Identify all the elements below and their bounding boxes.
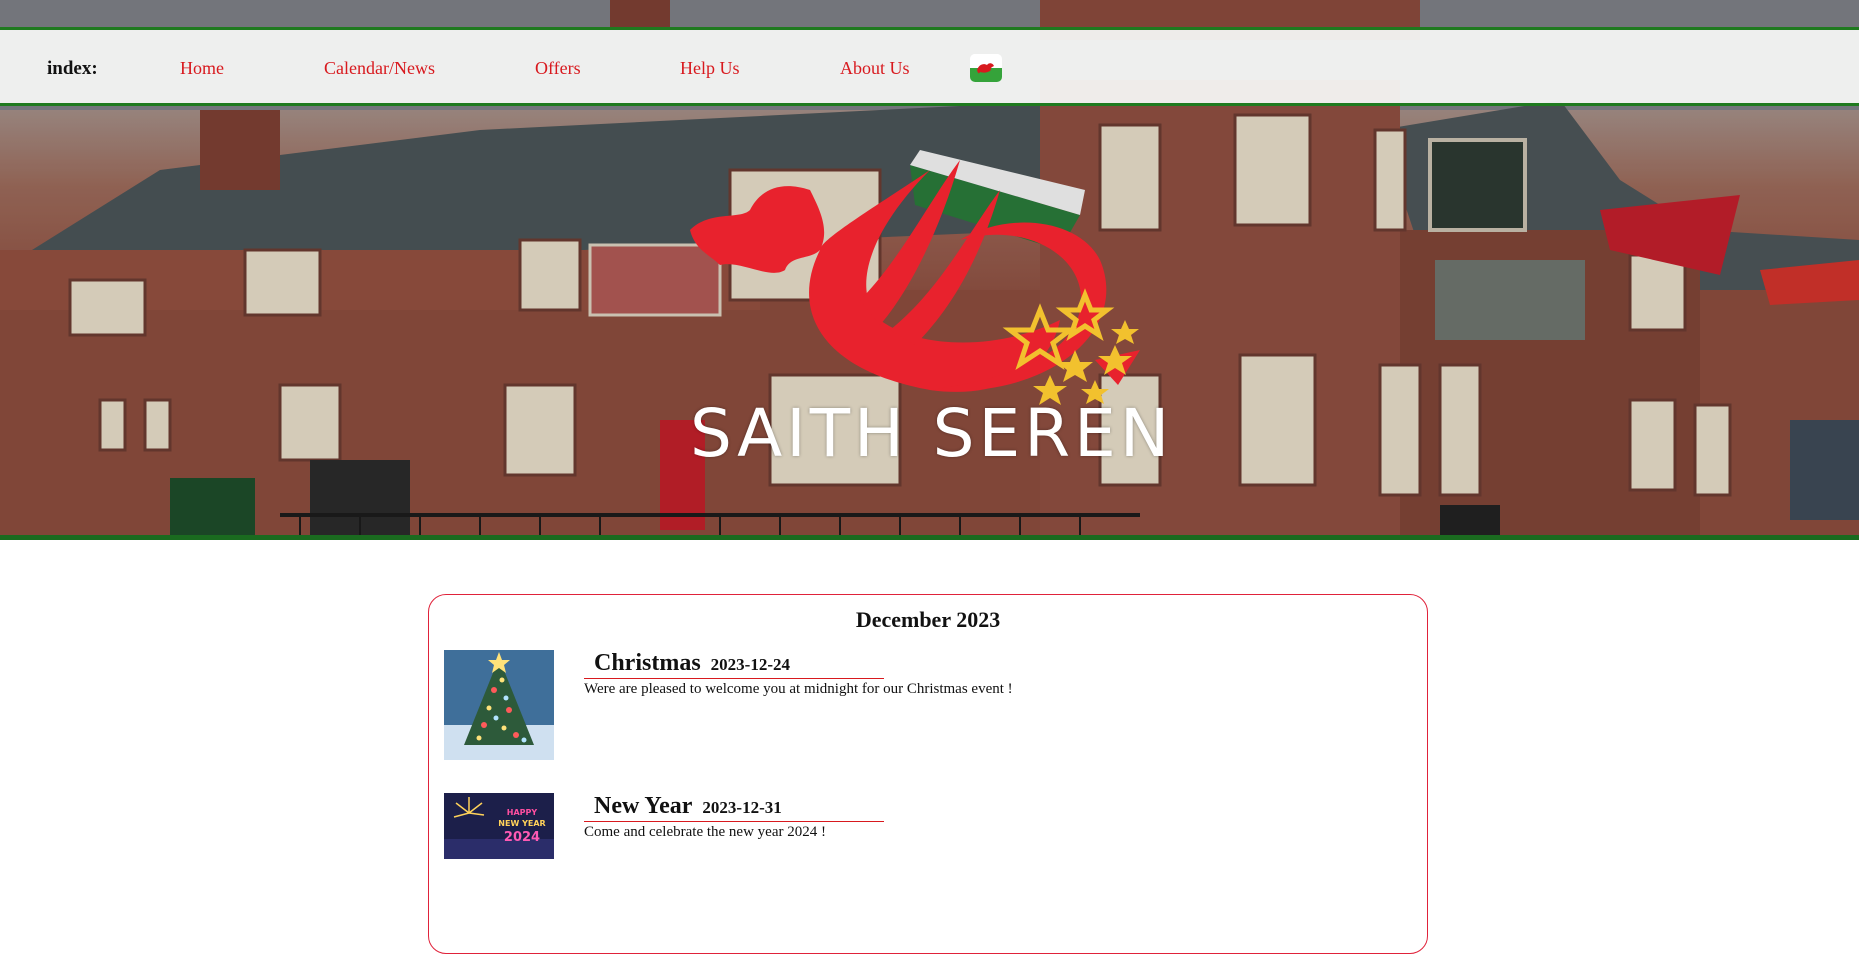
news-panel: December 2023 Christmas 2023-12-24 Were a… — [428, 594, 1428, 954]
news-item-description: Were are pleased to welcome you at midni… — [584, 681, 1013, 697]
top-navigation: index: Home Calendar/News Offers Help Us… — [0, 27, 1859, 106]
svg-text:HAPPY: HAPPY — [507, 808, 538, 817]
nav-link-offers[interactable]: Offers — [535, 58, 581, 79]
news-item-title: New Year — [594, 793, 693, 819]
new-year-fireworks-image: HAPPY NEW YEAR 2024 — [444, 793, 554, 859]
welsh-flag-icon[interactable] — [970, 54, 1002, 82]
svg-text:NEW YEAR: NEW YEAR — [498, 819, 545, 828]
nav-link-calendar-news[interactable]: Calendar/News — [324, 58, 435, 79]
nav-link-home[interactable]: Home — [180, 58, 224, 79]
news-item-header: New Year 2023-12-31 — [584, 793, 884, 822]
svg-text:2024: 2024 — [504, 830, 540, 845]
nav-link-help-us[interactable]: Help Us — [680, 58, 740, 79]
saith-seren-dragon-logo — [690, 160, 1140, 405]
news-month-heading: December 2023 — [855, 607, 1001, 632]
news-item-description: Come and celebrate the new year 2024 ! — [584, 824, 826, 840]
logo-wordmark: SAITH SEREN — [690, 395, 1174, 472]
christmas-tree-image — [444, 650, 554, 760]
nav-index-label: index: — [47, 58, 98, 79]
news-item-header: Christmas 2023-12-24 — [584, 650, 884, 679]
news-item-title: Christmas — [594, 650, 701, 676]
news-item-date: 2023-12-31 — [702, 798, 782, 817]
nav-link-about-us[interactable]: About Us — [840, 58, 910, 79]
news-item-date: 2023-12-24 — [710, 655, 790, 674]
